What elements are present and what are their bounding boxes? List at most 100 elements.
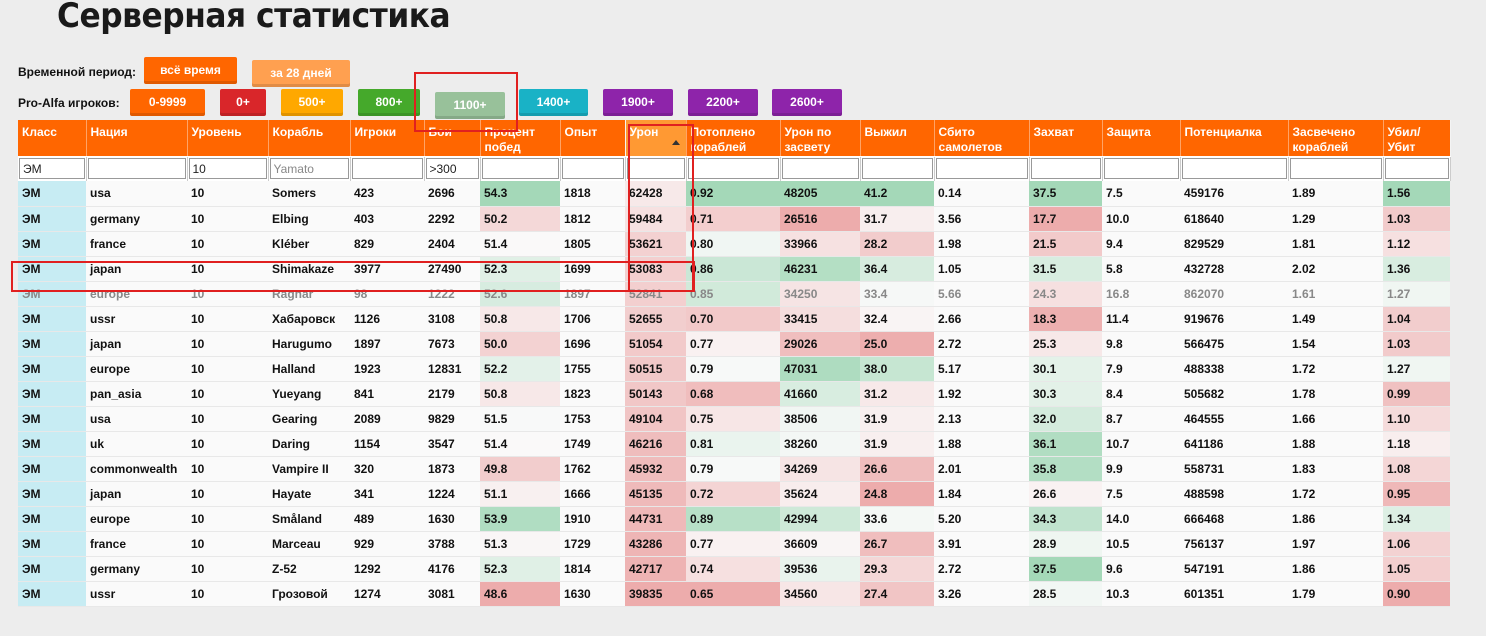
filter-damage-input[interactable] <box>626 158 685 180</box>
cell-potential: 432728 <box>1180 256 1288 282</box>
filter-spotting-damage-input[interactable] <box>781 158 859 180</box>
cell-capture: 37.5 <box>1029 556 1102 582</box>
col-header-sunk[interactable]: Потоплено кораблей <box>686 120 781 157</box>
cell-survived: 31.2 <box>860 381 934 407</box>
period-all-time-button[interactable]: всё время <box>144 57 237 84</box>
cell-capture: 35.8 <box>1029 456 1102 482</box>
cell-winrate: 51.4 <box>480 231 560 257</box>
players-2200plus-button[interactable]: 2200+ <box>688 89 758 116</box>
col-header-kd[interactable]: Убил/ Убит <box>1383 120 1451 157</box>
cell-planes: 2.01 <box>934 456 1029 482</box>
cell-sunk: 0.92 <box>686 181 780 207</box>
table-row[interactable]: ЭМ pan_asia 10 Yueyang 841 2179 50.8 1823 50143 0… <box>18 381 1450 407</box>
filter-sunk-input[interactable] <box>687 158 779 180</box>
filter-potential-input[interactable] <box>1181 158 1287 180</box>
col-header-capture[interactable]: Захват <box>1029 120 1103 157</box>
cell-planes: 5.17 <box>934 356 1029 382</box>
filter-survived-input[interactable] <box>861 158 933 180</box>
col-header-survived[interactable]: Выжил <box>860 120 935 157</box>
cell-nation: ussr <box>86 306 187 332</box>
col-header-ship[interactable]: Корабль <box>268 120 351 157</box>
period-28-days-button[interactable]: за 28 дней <box>252 60 350 87</box>
players-1100plus-button[interactable]: 1100+ <box>435 92 505 119</box>
players-500plus-button[interactable]: 500+ <box>281 89 343 116</box>
filter-cell-battles <box>424 156 481 181</box>
table-row[interactable]: ЭМ europe 10 Halland 1923 12831 52.2 1755 50515 0… <box>18 356 1450 382</box>
players-0plus-button[interactable]: 0+ <box>220 89 266 116</box>
cell-battles: 1873 <box>424 456 480 482</box>
cell-players: 341 <box>350 481 424 507</box>
table-row[interactable]: ЭМ commonwealth 10 Vampire II 320 1873 49.8 176… <box>18 456 1450 482</box>
filter-battles-input[interactable] <box>425 158 479 180</box>
table-row[interactable]: ЭМ japan 10 Shimakaze 3977 27490 52.3 1699 53083… <box>18 256 1450 282</box>
col-header-battles[interactable]: Бои <box>424 120 481 157</box>
cell-class: ЭМ <box>18 356 86 382</box>
table-row[interactable]: ЭМ france 10 Marceau 929 3788 51.3 1729 43286 0.7… <box>18 531 1450 557</box>
col-header-damage[interactable]: Урон <box>625 120 687 157</box>
table-row[interactable]: ЭМ ussr 10 Грозовой 1274 3081 48.6 1630 39835 0.6… <box>18 581 1450 607</box>
filter-tier-input[interactable] <box>188 158 267 180</box>
cell-players: 1154 <box>350 431 424 457</box>
filter-ship-input[interactable] <box>269 158 349 180</box>
filter-cell-survived <box>860 156 935 181</box>
cell-players: 98 <box>350 281 424 307</box>
cell-planes: 3.91 <box>934 531 1029 557</box>
cell-defense: 10.0 <box>1102 206 1180 232</box>
cell-planes: 2.66 <box>934 306 1029 332</box>
col-header-nation[interactable]: Нация <box>86 120 188 157</box>
cell-players: 1126 <box>350 306 424 332</box>
table-row[interactable]: ЭМ germany 10 Z-52 1292 4176 52.3 1814 42717 0.74… <box>18 556 1450 582</box>
filter-class-input[interactable] <box>19 158 85 180</box>
filter-spotted-input[interactable] <box>1289 158 1382 180</box>
cell-players: 320 <box>350 456 424 482</box>
cell-survived: 38.0 <box>860 356 934 382</box>
col-header-players[interactable]: Игроки <box>350 120 425 157</box>
cell-class: ЭМ <box>18 206 86 232</box>
filter-planes-input[interactable] <box>935 158 1028 180</box>
cell-players: 1274 <box>350 581 424 607</box>
filter-players-input[interactable] <box>351 158 423 180</box>
col-header-spotting-damage[interactable]: Урон по засвету <box>780 120 861 157</box>
table-row[interactable]: ЭМ japan 10 Harugumo 1897 7673 50.0 1696 51054 0.… <box>18 331 1450 357</box>
cell-xp: 1699 <box>560 256 625 282</box>
cell-battles: 2179 <box>424 381 480 407</box>
players-1400plus-button[interactable]: 1400+ <box>519 89 588 116</box>
table-row[interactable]: ЭМ uk 10 Daring 1154 3547 51.4 1749 46216 0.81 382… <box>18 431 1450 457</box>
filter-capture-input[interactable] <box>1030 158 1101 180</box>
players-2600plus-button[interactable]: 2600+ <box>772 89 842 116</box>
cell-winrate: 51.3 <box>480 531 560 557</box>
players-800plus-button[interactable]: 800+ <box>358 89 420 116</box>
cell-spotted: 1.66 <box>1288 406 1383 432</box>
cell-battles: 1222 <box>424 281 480 307</box>
table-row[interactable]: ЭМ usa 10 Gearing 2089 9829 51.5 1753 49104 0.75 3… <box>18 406 1450 432</box>
col-header-class[interactable]: Класс <box>18 120 87 157</box>
cell-winrate: 52.6 <box>480 281 560 307</box>
col-header-planes[interactable]: Сбито самолетов <box>934 120 1030 157</box>
filter-kd-input[interactable] <box>1384 158 1449 180</box>
filter-xp-input[interactable] <box>561 158 624 180</box>
cell-winrate: 52.3 <box>480 556 560 582</box>
cell-players: 929 <box>350 531 424 557</box>
cell-damage: 46216 <box>625 431 686 457</box>
table-row[interactable]: ЭМ europe 10 Småland 489 1630 53.9 1910 44731 0.8… <box>18 506 1450 532</box>
table-row[interactable]: ЭМ usa 10 Somers 423 2696 54.3 1818 62428 0.92 482… <box>18 181 1450 207</box>
filter-winrate-input[interactable] <box>481 158 559 180</box>
table-row[interactable]: ЭМ ussr 10 Хабаровск 1126 3108 50.8 1706 52655 0.… <box>18 306 1450 332</box>
col-header-tier[interactable]: Уровень <box>187 120 269 157</box>
filter-nation-input[interactable] <box>87 158 186 180</box>
col-header-potential[interactable]: Потенциалка <box>1180 120 1289 157</box>
table-row[interactable]: ЭМ japan 10 Hayate 341 1224 51.1 1666 45135 0.72 3… <box>18 481 1450 507</box>
players-0-9999-button[interactable]: 0-9999 <box>130 89 205 116</box>
col-header-xp[interactable]: Опыт <box>560 120 626 157</box>
table-row[interactable]: ЭМ france 10 Kléber 829 2404 51.4 1805 53621 0.80… <box>18 231 1450 257</box>
cell-ship: Vampire II <box>268 456 350 482</box>
players-1900plus-button[interactable]: 1900+ <box>603 89 673 116</box>
filter-defense-input[interactable] <box>1103 158 1179 180</box>
col-header-winrate[interactable]: Процент побед <box>480 120 561 157</box>
cell-survived: 27.4 <box>860 581 934 607</box>
cell-planes: 0.14 <box>934 181 1029 207</box>
col-header-spotted[interactable]: Засвечено кораблей <box>1288 120 1384 157</box>
table-row[interactable]: ЭМ europe 10 Ragnar 98 1222 52.6 1897 52841 0.85 3… <box>18 281 1450 307</box>
col-header-defense[interactable]: Защита <box>1102 120 1181 157</box>
table-row[interactable]: ЭМ germany 10 Elbing 403 2292 50.2 1812 59484 0.7… <box>18 206 1450 232</box>
